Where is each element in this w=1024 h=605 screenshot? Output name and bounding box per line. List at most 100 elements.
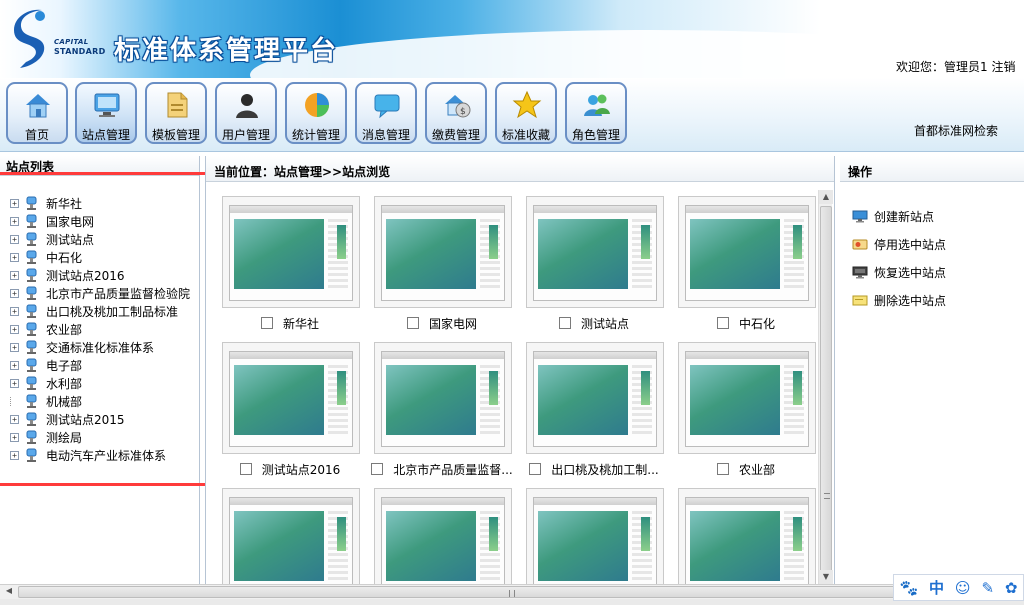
create-site-action[interactable]: 创建新站点 [852, 202, 946, 230]
site-thumbnail[interactable] [222, 488, 360, 584]
site-thumbnail[interactable] [678, 342, 816, 454]
home-icon [26, 94, 50, 118]
nav-user-management-button[interactable]: 用户管理 [215, 82, 277, 144]
tree-item[interactable]: + 电子部 [10, 356, 190, 374]
ime-toolbar: 🐾 中 ☺ ✎ ✿ [893, 574, 1024, 601]
expand-icon[interactable]: + [10, 288, 19, 298]
site-node-icon [26, 304, 37, 318]
site-checkbox[interactable] [529, 463, 542, 475]
horizontal-scroll-thumb[interactable] [18, 586, 973, 598]
scroll-thumb[interactable] [820, 206, 832, 584]
site-checkbox[interactable] [716, 317, 729, 329]
tree-item-label: 农业部 [46, 322, 83, 337]
site-checkbox[interactable] [239, 463, 252, 475]
tree-item[interactable]: + 国家电网 [10, 212, 190, 230]
scroll-left-icon[interactable]: ◀ [2, 586, 16, 598]
tree-item[interactable]: + 电动汽车产业标准体系 [10, 446, 190, 464]
site-thumbnail[interactable] [678, 196, 816, 308]
nav-favorites-button[interactable]: 标准收藏 [495, 82, 557, 144]
scroll-up-icon[interactable]: ▲ [819, 190, 833, 204]
tree-item[interactable]: + 水利部 [10, 374, 190, 392]
page-horizontal-scrollbar[interactable]: ◀ ▶ [0, 584, 1024, 599]
expand-icon[interactable]: + [10, 378, 19, 388]
site-thumbnail[interactable] [526, 196, 664, 308]
tree-item[interactable]: + 新华社 [10, 194, 190, 212]
site-caption: 北京市产品质量监督... [366, 460, 518, 478]
expand-icon[interactable]: + [10, 342, 19, 352]
site-node-icon [26, 358, 37, 372]
site-checkbox[interactable] [260, 317, 273, 329]
tree-item-label: 新华社 [46, 196, 83, 211]
site-thumbnail[interactable] [374, 488, 512, 584]
site-caption: 中石化 [670, 314, 822, 332]
nav-role-management-button[interactable]: 角色管理 [565, 82, 627, 144]
delete-site-action[interactable]: 删除选中站点 [852, 286, 946, 314]
header-banner: CAPITAL STANDARD 标准体系管理平台 欢迎您：管理员1 注销 [0, 0, 1024, 78]
expand-icon[interactable]: + [10, 414, 19, 424]
expand-icon[interactable]: + [10, 324, 19, 334]
nav-statistics-button[interactable]: 统计管理 [285, 82, 347, 144]
tree-item[interactable]: + 交通标准化标准体系 [10, 338, 190, 356]
nav-home-button[interactable]: 首页 [6, 82, 68, 144]
expand-icon[interactable]: + [10, 360, 19, 370]
tree-item[interactable]: + 农业部 [10, 320, 190, 338]
expand-icon[interactable]: + [10, 234, 19, 244]
tree-item[interactable]: + 测绘局 [10, 428, 190, 446]
site-thumbnail[interactable] [526, 342, 664, 454]
expand-icon[interactable]: + [10, 306, 19, 316]
message-icon [374, 94, 400, 119]
welcome-text[interactable]: 欢迎您：管理员1 注销 [896, 58, 1015, 75]
site-thumbnail[interactable] [374, 342, 512, 454]
site-thumbnail[interactable] [678, 488, 816, 584]
scroll-down-icon[interactable]: ▼ [819, 570, 833, 584]
nav-site-management-button[interactable]: 站点管理 [75, 82, 137, 144]
restore-site-action[interactable]: 恢复选中站点 [852, 258, 946, 286]
nav-message-button[interactable]: 消息管理 [355, 82, 417, 144]
site-checkbox[interactable] [558, 317, 571, 329]
tree-item[interactable]: 机械部 [10, 392, 190, 410]
site-node-icon [26, 214, 37, 228]
site-node-icon [26, 268, 37, 282]
nav-role-management-label: 角色管理 [571, 128, 620, 142]
tree-item[interactable]: + 测试站点2016 [10, 266, 190, 284]
tree-item[interactable]: + 测试站点2015 [10, 410, 190, 428]
expand-icon[interactable]: + [10, 450, 19, 460]
thumbnail-window [381, 351, 505, 447]
site-node-icon [26, 340, 37, 354]
site-node-icon [26, 448, 37, 462]
site-checkbox[interactable] [406, 317, 419, 329]
taskbar-strip [0, 599, 1024, 605]
settings-icon[interactable]: ✿ [1005, 579, 1018, 597]
ime-mode[interactable]: 中 [929, 577, 944, 598]
tree-item[interactable]: + 中石化 [10, 248, 190, 266]
expand-icon[interactable]: + [10, 198, 19, 208]
welcome-area: 欢迎您：管理员1 注销 [870, 56, 1024, 76]
emoji-icon[interactable]: ☺ [955, 579, 971, 597]
site-checkbox[interactable] [371, 463, 384, 475]
expand-icon[interactable]: + [10, 252, 19, 262]
site-thumbnail[interactable] [222, 196, 360, 308]
thumbnail-window [685, 351, 809, 447]
standard-search-link[interactable]: 首都标准网检索 [914, 122, 998, 139]
pen-icon[interactable]: ✎ [981, 579, 994, 597]
template-icon [167, 92, 188, 118]
paw-icon[interactable]: 🐾 [899, 579, 918, 597]
expand-icon[interactable]: + [10, 216, 19, 226]
disable-site-action[interactable]: 停用选中站点 [852, 230, 946, 258]
nav-payment-button[interactable]: $ 缴费管理 [425, 82, 487, 144]
nav-template-management-button[interactable]: 模板管理 [145, 82, 207, 144]
site-thumbnail[interactable] [526, 488, 664, 584]
tree-item[interactable]: + 北京市产品质量监督检验院 [10, 284, 190, 302]
site-checkbox[interactable] [716, 463, 729, 475]
center-vertical-scrollbar[interactable]: ▲ ▼ [818, 190, 833, 584]
site-thumbnail[interactable] [222, 342, 360, 454]
thumbnail-window [685, 497, 809, 584]
expand-icon[interactable]: + [10, 270, 19, 280]
logo-caption-bottom: STANDARD [54, 47, 106, 56]
breadcrumb: 当前位置：站点管理>>站点浏览 [206, 156, 834, 182]
tree-item[interactable]: + 出口桃及桃加工制品标准 [10, 302, 190, 320]
site-tree: + 新华社 + 国家电网 + 测试站点 + 中石化 + 测试站点2016 + 北京市产品质量… [10, 194, 190, 464]
tree-item[interactable]: + 测试站点 [10, 230, 190, 248]
site-thumbnail[interactable] [374, 196, 512, 308]
expand-icon[interactable]: + [10, 432, 19, 442]
